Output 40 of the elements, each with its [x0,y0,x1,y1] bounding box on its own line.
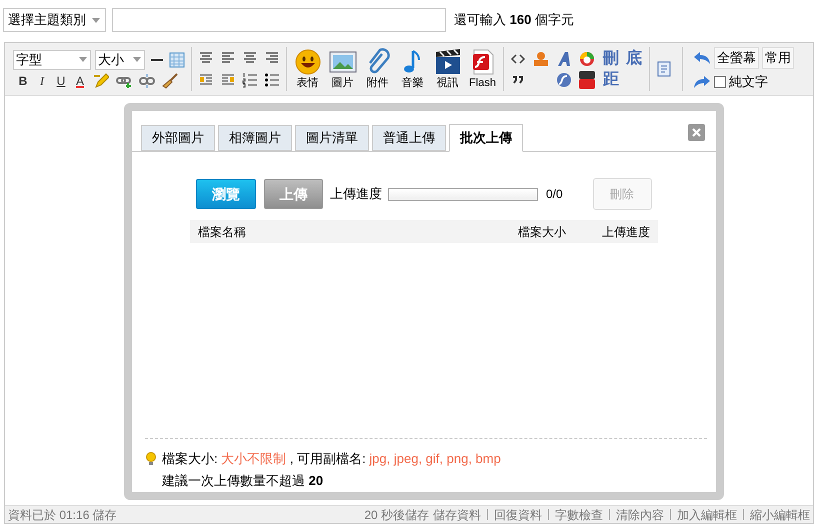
common-button[interactable]: 常用 [762,46,794,69]
char-counter: 還可輸入 160 個字元 [454,11,574,30]
tab[interactable]: 相簿圖片 [218,125,292,151]
media-button[interactable]: 視訊 [433,48,462,90]
format-button[interactable]: B [17,74,29,88]
format-button[interactable]: U [55,74,67,88]
tab[interactable]: 圖片清單 [295,125,369,151]
status-link[interactable]: 字數檢查 [555,506,603,524]
column-header: 檔案大小 [518,224,567,240]
column-header: 上傳進度 [601,224,650,240]
fullscreen-button[interactable]: 全螢幕 [714,46,759,69]
status-link[interactable]: 縮小編輯框 [750,506,810,524]
checkbox-label: 純文字 [729,72,768,91]
media-button[interactable]: 圖片 [328,48,357,90]
autosave-countdown: 20 秒後儲存 [364,506,429,524]
topic-select[interactable]: 選擇主題類別 [3,8,106,32]
note-text: 檔案大小: 大小不限制 , 可用副檔名: jpg, jpeg, gif, png, bmp [162,450,501,468]
progress-label: 上傳進度 [330,185,382,204]
glyph-button[interactable]: 刪 [602,50,620,68]
status-link[interactable]: 加入編輯框 [677,506,737,524]
tab[interactable]: 外部圖片 [141,125,215,151]
tab[interactable]: 普通上傳 [372,125,446,151]
column-header: 檔案名稱 [198,224,247,240]
progress-reading: 0/0 [546,186,563,203]
font-select[interactable]: 字型 [13,50,91,70]
tab[interactable]: 批次上傳 [449,124,523,152]
glyph-button[interactable]: 底 [625,50,643,68]
status-link[interactable]: 儲存資料 [433,506,481,524]
media-button[interactable]: 音樂 [398,48,427,90]
media-button[interactable]: 附件 [363,48,392,90]
status-link[interactable]: 回復資料 [494,506,542,524]
format-button[interactable]: A [74,74,86,88]
status-link[interactable]: 清除內容 [616,506,664,524]
size-select[interactable]: 大小 [95,50,145,70]
media-button[interactable]: 表情 [293,48,322,90]
note-text: 建議一次上傳數量不超過 20 [162,472,324,490]
glyph-button[interactable]: 距 [602,70,620,88]
media-button[interactable]: Flash [468,48,497,90]
save-status: 資料已於 01:16 儲存 [8,506,117,524]
format-button[interactable]: I [36,74,48,88]
